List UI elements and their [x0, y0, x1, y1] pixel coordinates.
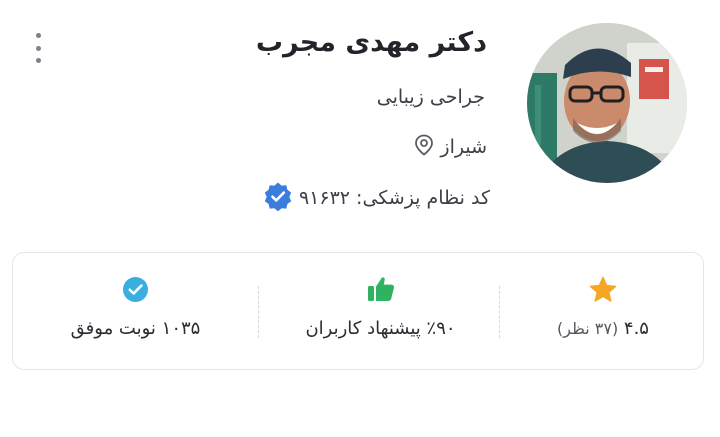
medical-code-row: کد نظام پزشکی: ۹۱۶۳۲ — [263, 181, 490, 215]
rating-count: (۳۷ نظر) — [557, 319, 619, 338]
check-circle-icon — [122, 275, 149, 303]
rating-value: ۴.۵ — [623, 318, 649, 339]
doctor-city: شیراز — [440, 136, 487, 158]
doctor-name: دکتر مهدی مجرب — [255, 27, 487, 58]
menu-dot — [35, 45, 41, 51]
recommend-text: ٪۹۰ پیشنهاد کاربران — [305, 318, 456, 339]
stat-divider — [258, 286, 259, 338]
stats-card: ۴.۵ (۳۷ نظر) ٪۹۰ پیشنهاد کاربران ۱۰۳۵ نو… — [12, 252, 704, 370]
more-options-button[interactable] — [27, 30, 49, 66]
star-icon — [589, 275, 617, 303]
verified-badge-icon — [263, 181, 293, 215]
menu-dot — [35, 58, 41, 63]
doctor-avatar — [527, 23, 687, 183]
visits-stat: ۱۰۳۵ نوبت موفق — [13, 253, 258, 371]
rating-stat: ۴.۵ (۳۷ نظر) — [503, 253, 703, 371]
medical-code: کد نظام پزشکی: ۹۱۶۳۲ — [298, 187, 490, 209]
recommend-stat: ٪۹۰ پیشنهاد کاربران — [258, 253, 503, 371]
visits-text: ۱۰۳۵ نوبت موفق — [70, 318, 201, 339]
doctor-specialty: جراحی زیبایی — [376, 86, 485, 108]
rating-text: ۴.۵ (۳۷ نظر) — [557, 318, 649, 339]
thumbs-up-icon — [366, 275, 396, 303]
city-row: شیراز — [414, 134, 487, 160]
menu-dot — [35, 33, 41, 38]
location-pin-icon — [414, 134, 434, 160]
